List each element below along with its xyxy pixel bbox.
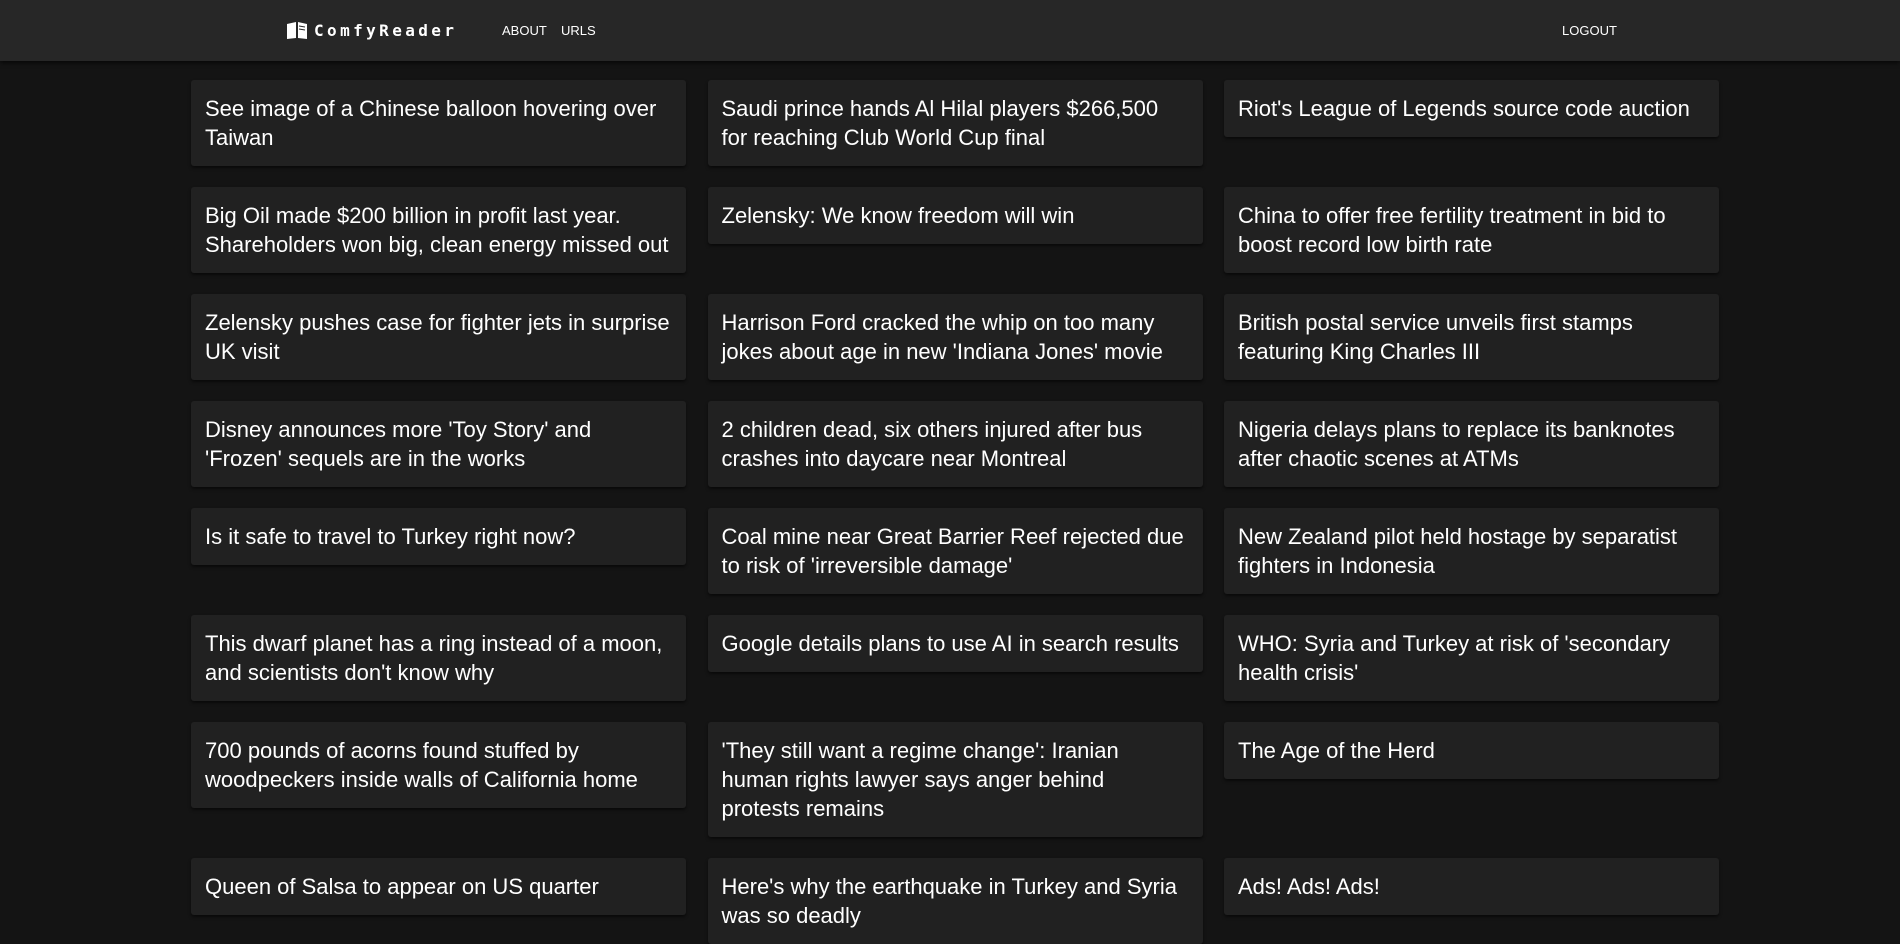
- article-card[interactable]: Big Oil made $200 billion in profit last…: [191, 187, 686, 273]
- article-card[interactable]: Ads! Ads! Ads!: [1224, 858, 1719, 915]
- article-card[interactable]: China to offer free fertility treatment …: [1224, 187, 1719, 273]
- article-card[interactable]: 'They still want a regime change': Irani…: [707, 722, 1203, 837]
- article-card[interactable]: Here's why the earthquake in Turkey and …: [707, 858, 1203, 944]
- article-card[interactable]: Google details plans to use AI in search…: [707, 615, 1203, 672]
- open-book-icon: [287, 22, 307, 39]
- article-card[interactable]: This dwarf planet has a ring instead of …: [191, 615, 686, 701]
- article-card[interactable]: Nigeria delays plans to replace its bank…: [1224, 401, 1719, 487]
- top-navbar: ComfyReader ABOUT URLS LOGOUT: [0, 0, 1900, 61]
- article-card[interactable]: Harrison Ford cracked the whip on too ma…: [707, 294, 1203, 380]
- article-card[interactable]: Is it safe to travel to Turkey right now…: [191, 508, 686, 565]
- article-card[interactable]: 2 children dead, six others injured afte…: [707, 401, 1203, 487]
- article-card[interactable]: Coal mine near Great Barrier Reef reject…: [707, 508, 1203, 594]
- article-card[interactable]: The Age of the Herd: [1224, 722, 1719, 779]
- article-card[interactable]: British postal service unveils first sta…: [1224, 294, 1719, 380]
- article-card[interactable]: Zelensky pushes case for fighter jets in…: [191, 294, 686, 380]
- article-card[interactable]: Saudi prince hands Al Hilal players $266…: [707, 80, 1203, 166]
- article-grid: See image of a Chinese balloon hovering …: [191, 80, 1719, 944]
- article-card[interactable]: Disney announces more 'Toy Story' and 'F…: [191, 401, 686, 487]
- nav-logout-link[interactable]: LOGOUT: [1562, 23, 1617, 38]
- article-card[interactable]: New Zealand pilot held hostage by separa…: [1224, 508, 1719, 594]
- brand-name: ComfyReader: [314, 20, 458, 40]
- nav-about-link[interactable]: ABOUT: [502, 23, 547, 38]
- article-card[interactable]: Queen of Salsa to appear on US quarter: [191, 858, 686, 915]
- article-card[interactable]: 700 pounds of acorns found stuffed by wo…: [191, 722, 686, 808]
- article-card[interactable]: Zelensky: We know freedom will win: [707, 187, 1203, 244]
- article-card[interactable]: WHO: Syria and Turkey at risk of 'second…: [1224, 615, 1719, 701]
- article-card[interactable]: See image of a Chinese balloon hovering …: [191, 80, 686, 166]
- brand-logo-link[interactable]: ComfyReader: [286, 20, 457, 40]
- nav-urls-link[interactable]: URLS: [561, 23, 596, 38]
- article-card[interactable]: Riot's League of Legends source code auc…: [1224, 80, 1719, 137]
